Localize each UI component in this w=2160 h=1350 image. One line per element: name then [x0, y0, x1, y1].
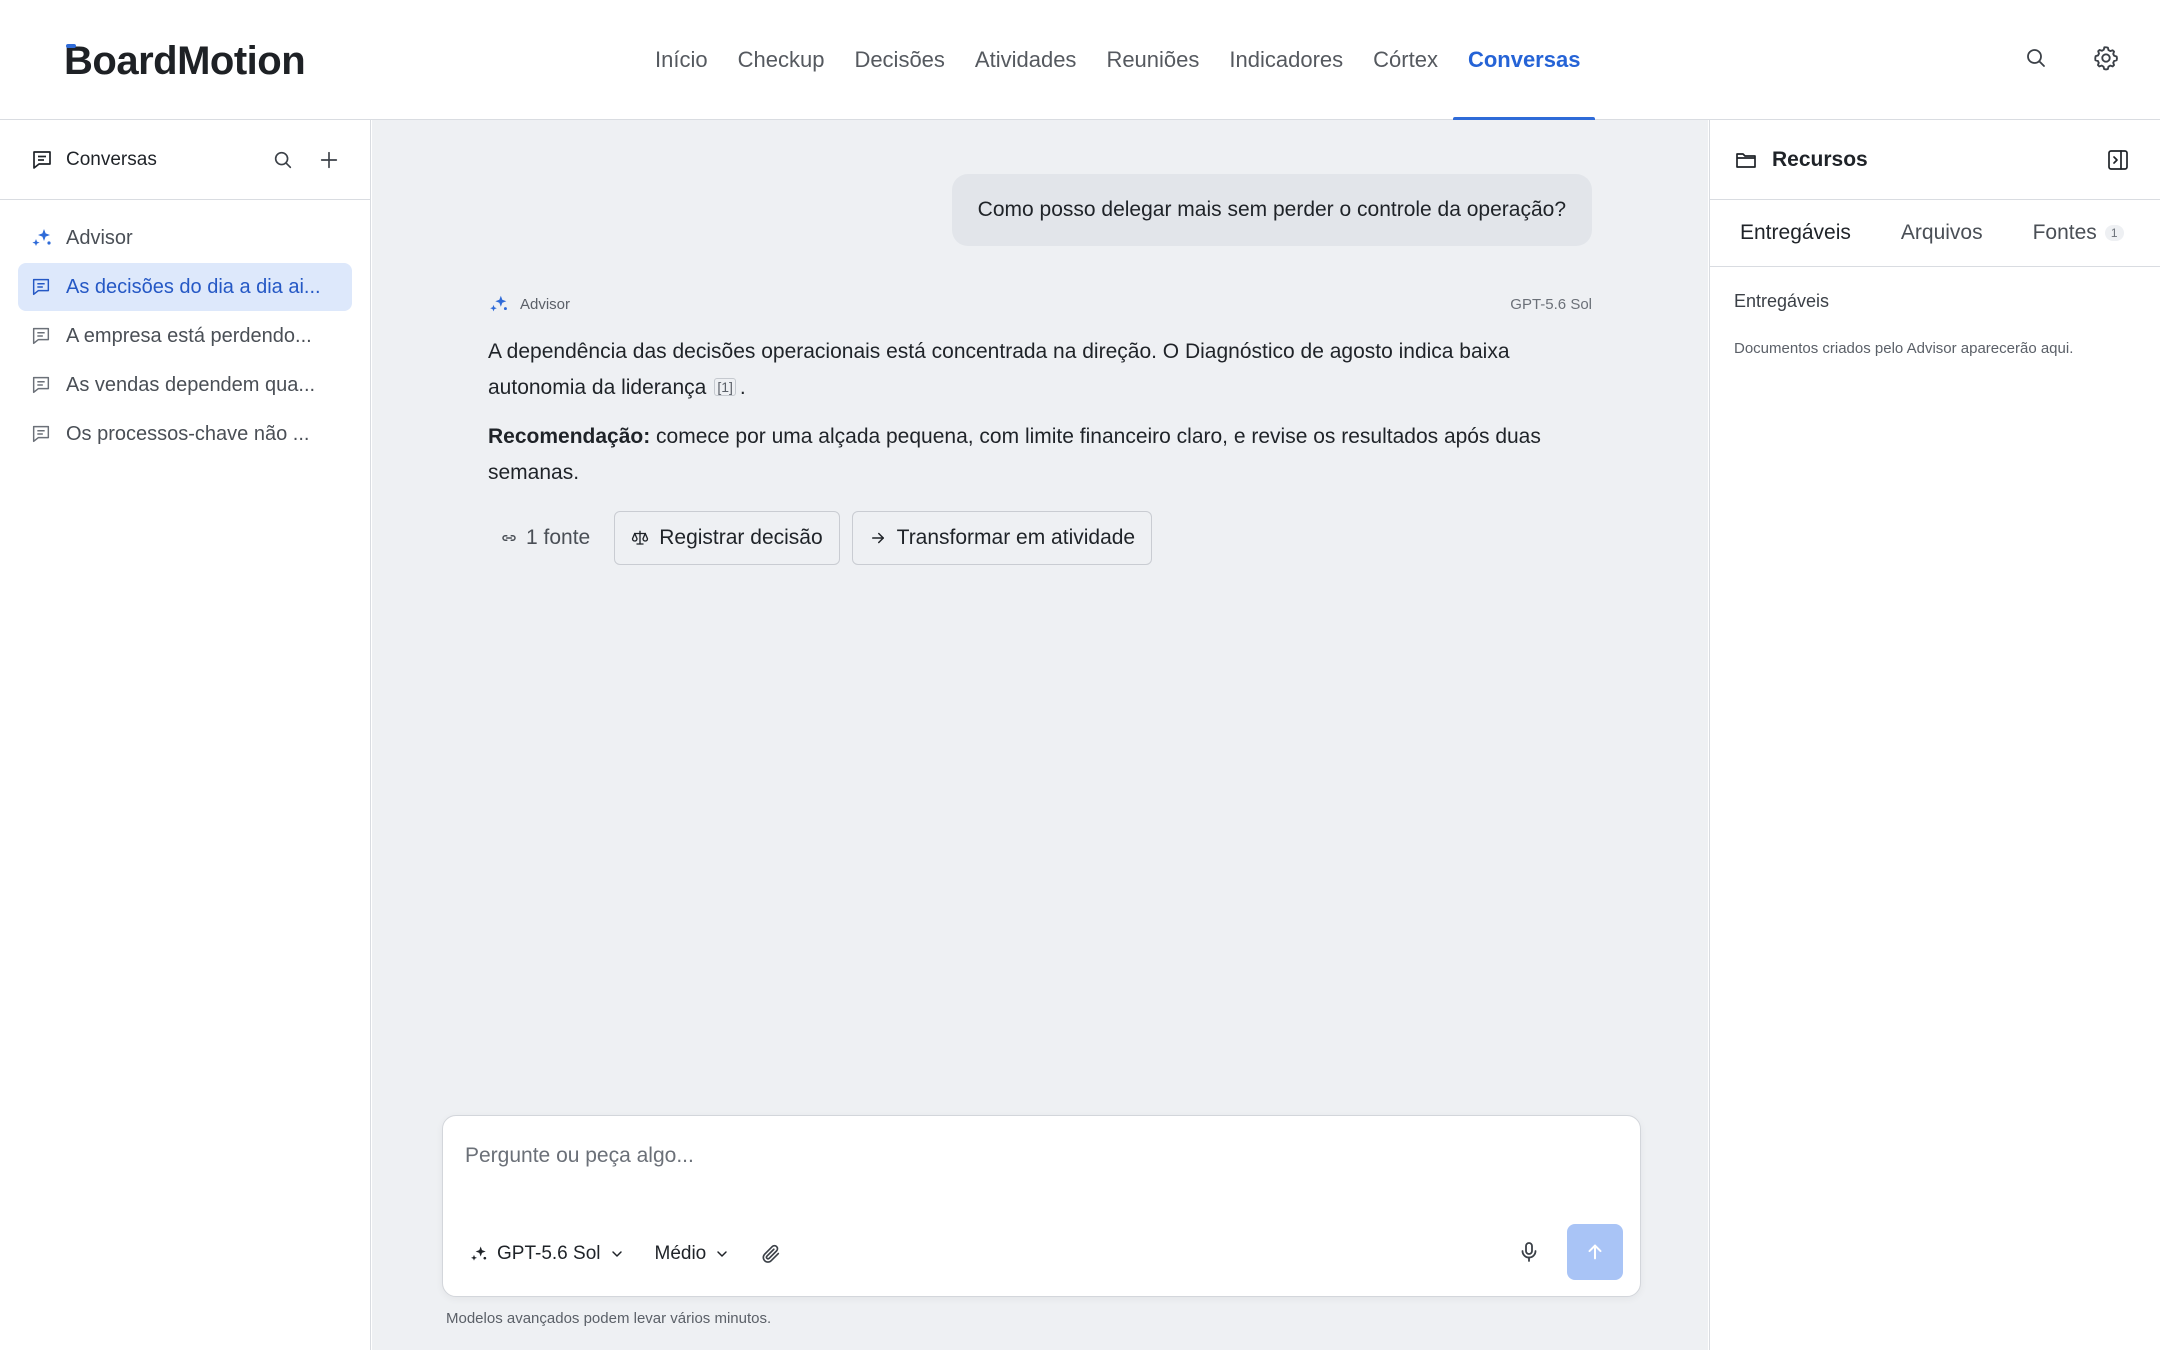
- logo-text: BoardMotion: [64, 38, 306, 83]
- sidebar-item-conversation[interactable]: Os processos-chave não ...: [18, 410, 352, 458]
- sidebar-item-conversation[interactable]: A empresa está perdendo...: [18, 312, 352, 360]
- top-header: BoardMotion Início Checkup Decisões Ativ…: [0, 0, 2160, 121]
- composer-tools: GPT-5.6 Sol Médio: [469, 1234, 782, 1274]
- paperclip-icon: [760, 1243, 782, 1265]
- search-conversations-button[interactable]: [272, 149, 294, 171]
- sparkle-icon: [30, 226, 54, 250]
- convert-activity-button[interactable]: Transformar em atividade: [851, 511, 1153, 565]
- resources-header: Recursos: [1710, 120, 2160, 200]
- sparkle-icon: [469, 1244, 489, 1264]
- message-composer: GPT-5.6 Sol Médio: [442, 1115, 1641, 1297]
- sidebar-item-advisor[interactable]: Advisor: [18, 214, 352, 262]
- empty-state-text: Documentos criados pelo Advisor aparecer…: [1734, 340, 2074, 357]
- nav-item-decisoes[interactable]: Decisões: [839, 0, 959, 120]
- sidebar-item-label: Os processos-chave não ...: [66, 422, 310, 445]
- assistant-message: Advisor GPT-5.6 Sol A dependência das de…: [488, 292, 1592, 565]
- register-decision-button[interactable]: Registrar decisão: [614, 511, 840, 565]
- conversations-sidebar: Conversas Advisor As decisões do dia a d…: [0, 120, 371, 1350]
- sparkle-icon: [488, 293, 510, 315]
- chat-icon: [30, 423, 54, 445]
- folder-icon: [1734, 148, 1758, 172]
- sidebar-header: Conversas: [0, 120, 370, 200]
- resources-panel: Recursos Entregáveis Arquivos Fontes 1 E…: [1709, 120, 2160, 1350]
- nav-item-checkup[interactable]: Checkup: [723, 0, 840, 120]
- collapse-panel-icon[interactable]: [2100, 142, 2136, 178]
- microphone-icon[interactable]: [1511, 1234, 1547, 1270]
- paragraph-text: A dependência das decisões operacionais …: [488, 340, 1510, 399]
- sidebar-item-label: As decisões do dia a dia ai...: [66, 275, 321, 298]
- tab-entregaveis[interactable]: Entregáveis: [1740, 221, 1851, 245]
- model-select-label: GPT-5.6 Sol: [497, 1243, 601, 1264]
- convert-activity-label: Transformar em atividade: [896, 526, 1136, 549]
- chevron-down-icon: [714, 1246, 730, 1262]
- search-icon[interactable]: [2018, 40, 2054, 76]
- sources-link[interactable]: 1 fonte: [488, 511, 602, 565]
- assistant-model: GPT-5.6 Sol: [1510, 295, 1592, 313]
- chat-icon: [30, 276, 54, 298]
- arrow-right-icon: [869, 529, 887, 547]
- nav-item-atividades[interactable]: Atividades: [960, 0, 1092, 120]
- section-title: Entregáveis: [1734, 291, 1830, 311]
- model-select[interactable]: GPT-5.6 Sol: [469, 1243, 625, 1265]
- new-conversation-button[interactable]: [318, 149, 340, 171]
- attach-button[interactable]: [760, 1243, 782, 1265]
- sidebar-title: Conversas: [66, 148, 157, 170]
- sidebar-item-conversation[interactable]: As decisões do dia a dia ai...: [18, 263, 352, 311]
- resources-title: Recursos: [1772, 147, 1868, 171]
- chat-icon: [30, 325, 54, 347]
- resources-body: Entregáveis Documentos criados pelo Advi…: [1710, 267, 2160, 381]
- tab-arquivos[interactable]: Arquivos: [1901, 221, 1983, 245]
- citation-link[interactable]: [1]: [714, 378, 736, 396]
- chat-area: Como posso delegar mais sem perder o con…: [372, 120, 1708, 1350]
- recommendation-paragraph: Recomendação: comece por uma alçada pequ…: [488, 419, 1592, 491]
- conversations-icon: [30, 148, 54, 172]
- nav-item-cortex[interactable]: Córtex: [1358, 0, 1453, 120]
- recommendation-label: Recomendação:: [488, 425, 651, 448]
- main-nav: Início Checkup Decisões Atividades Reuni…: [640, 0, 1596, 121]
- assistant-paragraph: A dependência das decisões operacionais …: [488, 334, 1592, 406]
- effort-select[interactable]: Médio: [655, 1243, 731, 1265]
- brand-logo[interactable]: BoardMotion: [64, 36, 306, 86]
- chat-icon: [30, 374, 54, 396]
- assistant-text: A dependência das decisões operacionais …: [488, 334, 1592, 491]
- link-icon: [500, 529, 518, 547]
- composer-footnote: Modelos avançados podem levar vários min…: [446, 1310, 772, 1327]
- tab-fontes[interactable]: Fontes 1: [2033, 221, 2124, 245]
- assistant-actions: 1 fonte Registrar decisão Transformar em…: [488, 511, 1592, 565]
- send-button[interactable]: [1567, 1224, 1623, 1280]
- header-actions: [2018, 40, 2124, 76]
- nav-item-reunioes[interactable]: Reuniões: [1091, 0, 1214, 120]
- gear-icon[interactable]: [2088, 40, 2124, 76]
- nav-item-inicio[interactable]: Início: [640, 0, 723, 120]
- assistant-meta: Advisor GPT-5.6 Sol: [488, 292, 1592, 316]
- arrow-up-icon: [1584, 1241, 1606, 1263]
- user-message: Como posso delegar mais sem perder o con…: [951, 174, 1592, 246]
- composer-actions: [1511, 1224, 1623, 1280]
- register-decision-label: Registrar decisão: [659, 526, 823, 549]
- sidebar-item-label: A empresa está perdendo...: [66, 324, 312, 347]
- paragraph-end: .: [739, 376, 746, 399]
- effort-select-label: Médio: [654, 1243, 707, 1264]
- sources-label: 1 fonte: [526, 526, 591, 549]
- scale-icon: [631, 529, 649, 547]
- tab-fontes-label: Fontes: [2032, 221, 2097, 244]
- sidebar-item-conversation[interactable]: As vendas dependem qua...: [18, 361, 352, 409]
- nav-item-conversas[interactable]: Conversas: [1452, 0, 1596, 121]
- chevron-down-icon: [609, 1246, 625, 1262]
- nav-item-indicadores[interactable]: Indicadores: [1214, 0, 1358, 120]
- count-badge: 1: [2104, 225, 2124, 241]
- message-input[interactable]: [465, 1136, 1565, 1176]
- conversation-list: Advisor As decisões do dia a dia ai... A…: [0, 200, 370, 473]
- resources-tabs: Entregáveis Arquivos Fontes 1: [1710, 200, 2160, 267]
- assistant-name: Advisor: [520, 295, 571, 313]
- logo-accent: [66, 44, 76, 48]
- sidebar-item-label: As vendas dependem qua...: [66, 373, 316, 396]
- sidebar-item-label: Advisor: [66, 226, 133, 249]
